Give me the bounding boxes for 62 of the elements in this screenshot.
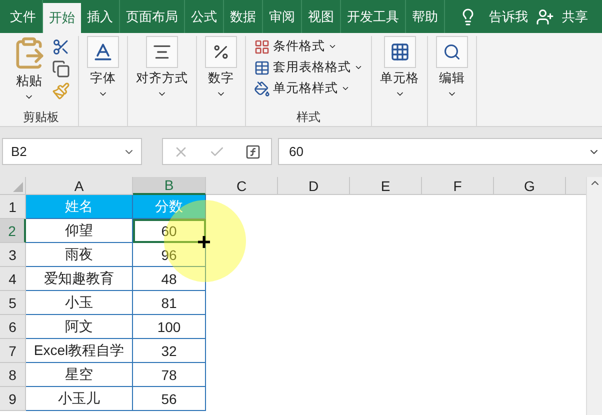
table-format-icon [254, 60, 270, 76]
style-menu-button[interactable]: 条件格式 [254, 38, 363, 55]
table-cell: 小玉儿 [26, 387, 133, 411]
table-cell: 仰望 [26, 219, 133, 243]
column-header[interactable]: D [278, 177, 350, 195]
table-cell: 阿文 [26, 315, 133, 339]
table-cell: 雨夜 [26, 243, 133, 267]
conditional-format-icon [254, 38, 270, 54]
paste-button[interactable]: 粘贴 [12, 36, 46, 102]
crosshair-cursor-icon [197, 235, 211, 249]
table-cell: 56 [133, 387, 206, 411]
ribbon-button[interactable]: 单元格 [380, 36, 419, 99]
style-menu-button[interactable]: 单元格样式 [254, 80, 363, 97]
row-header[interactable]: 5 [0, 291, 26, 315]
group-label: 剪贴板 [23, 109, 59, 126]
column-header[interactable]: F [422, 177, 494, 195]
table-cell: 48 [133, 267, 206, 291]
caret-icon [341, 84, 350, 93]
caret-icon [354, 63, 363, 72]
group-label: 样式 [296, 109, 320, 126]
font-color-icon [92, 41, 114, 63]
ribbon-tab[interactable]: 开始 [43, 3, 81, 33]
table-cell: 81 [133, 291, 206, 315]
search-icon [443, 43, 461, 61]
column-header[interactable]: C [206, 177, 278, 195]
row-header[interactable]: 4 [0, 267, 26, 291]
row-header[interactable]: 8 [0, 363, 26, 387]
row-header[interactable]: 7 [0, 339, 26, 363]
table-cell: 100 [133, 315, 206, 339]
table-cell: Excel教程自学 [26, 339, 133, 363]
row-header[interactable]: 2 [0, 219, 26, 243]
cell-style-icon [254, 80, 270, 96]
insert-function-icon[interactable] [245, 144, 261, 160]
caret-icon [328, 42, 337, 51]
table-cell: 小玉 [26, 291, 133, 315]
copy-icon[interactable] [52, 60, 70, 78]
share-button[interactable]: 共享 [562, 8, 588, 26]
table-cell: 32 [133, 339, 206, 363]
vertical-scrollbar[interactable] [586, 177, 602, 415]
column-header[interactable]: A [26, 177, 133, 195]
header-cell: 分数 [133, 195, 206, 219]
style-menu-button[interactable]: 套用表格格式 [254, 59, 363, 76]
row-header[interactable]: 9 [0, 387, 26, 411]
select-all-icon[interactable] [13, 182, 23, 192]
row-header[interactable]: 3 [0, 243, 26, 267]
column-header[interactable]: B [133, 177, 206, 195]
column-header[interactable]: E [350, 177, 422, 195]
table-cell: 星空 [26, 363, 133, 387]
ribbon-button[interactable]: 对齐方式 [136, 36, 188, 99]
table-cell: 爱知趣教育 [26, 267, 133, 291]
cut-icon[interactable] [52, 38, 70, 56]
formula-field[interactable]: 60 [278, 138, 602, 165]
name-box[interactable]: B2 [2, 138, 142, 165]
percent-icon [212, 43, 230, 61]
table-cell: 78 [133, 363, 206, 387]
row-header[interactable]: 1 [0, 195, 26, 219]
cells-icon [390, 42, 410, 62]
user-add-icon [536, 8, 554, 26]
tell-me-field[interactable]: 告诉我 [489, 8, 528, 26]
header-cell: 姓名 [26, 195, 133, 219]
column-header[interactable]: G [494, 177, 566, 195]
row-header[interactable]: 6 [0, 315, 26, 339]
